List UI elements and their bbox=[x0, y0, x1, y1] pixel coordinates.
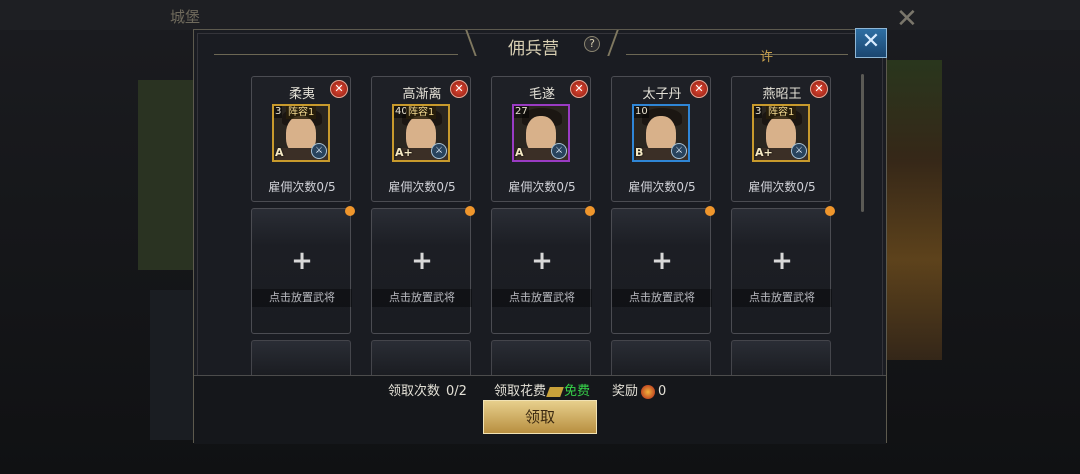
troop-type-icon: ⚔ bbox=[791, 143, 807, 159]
hire-count: 雇佣次数0/5 bbox=[508, 180, 576, 194]
troop-type-icon: ⚔ bbox=[311, 143, 327, 159]
plus-icon[interactable]: + bbox=[410, 248, 434, 274]
plus-icon[interactable]: + bbox=[290, 248, 314, 274]
title-divider-left bbox=[214, 54, 458, 55]
general-portrait[interactable]: 3 阵容1 A+ ⚔ bbox=[752, 104, 810, 162]
empty-slot[interactable]: + 点击放置武将 bbox=[251, 206, 355, 334]
troop-type-icon: ⚔ bbox=[431, 143, 447, 159]
plus-icon[interactable]: + bbox=[530, 248, 554, 274]
hire-count: 雇佣次数0/5 bbox=[388, 180, 456, 194]
general-card[interactable]: 燕昭王 ✕ 3 阵容1 A+ ⚔ 雇佣次数0/5 bbox=[731, 76, 831, 202]
general-portrait[interactable]: 40 阵容1 A+ ⚔ bbox=[392, 104, 450, 162]
slot-hint: 点击放置武将 bbox=[492, 289, 592, 307]
general-level: 10 bbox=[634, 106, 649, 118]
empty-slot[interactable]: + 点击放置武将 bbox=[731, 206, 835, 334]
reward-value: 0 bbox=[658, 384, 667, 399]
reward: 奖励 0 bbox=[612, 380, 666, 399]
general-grade: A+ bbox=[395, 146, 413, 159]
dialog-title: 佣兵营 bbox=[508, 39, 559, 59]
hire-count: 雇佣次数0/5 bbox=[748, 180, 816, 194]
notification-dot bbox=[705, 206, 715, 216]
title-divider-right bbox=[626, 54, 848, 55]
slot-placeholder bbox=[371, 340, 471, 376]
notification-dot bbox=[465, 206, 475, 216]
remove-icon[interactable]: ✕ bbox=[330, 80, 348, 98]
slot-hint: 点击放置武将 bbox=[612, 289, 712, 307]
slot-hint: 点击放置武将 bbox=[372, 289, 472, 307]
footer-bar: 领取次数 0/2 领取花费 免费 奖励 0 领取 bbox=[194, 375, 886, 444]
empty-slot[interactable]: + 点击放置武将 bbox=[611, 206, 715, 334]
remove-icon[interactable]: ✕ bbox=[810, 80, 828, 98]
mercenary-camp-dialog: 佣兵营 ? 许 ✕ 柔夷 ✕ 3 阵容1 A ⚔ 雇佣次数0/5 高渐离 ✕ 4… bbox=[193, 28, 887, 444]
general-level: 27 bbox=[514, 106, 529, 118]
claim-button[interactable]: 领取 bbox=[483, 400, 597, 434]
slot-placeholder bbox=[251, 340, 351, 376]
close-button[interactable]: ✕ bbox=[855, 28, 887, 58]
notification-dot bbox=[585, 206, 595, 216]
slot-placeholder bbox=[731, 340, 831, 376]
background-right-panel bbox=[886, 60, 942, 360]
plus-icon[interactable]: + bbox=[770, 248, 794, 274]
title-ornament-left bbox=[453, 30, 477, 56]
general-portrait[interactable]: 10 B ⚔ bbox=[632, 104, 690, 162]
reward-icon bbox=[641, 384, 656, 399]
general-grade: A bbox=[515, 146, 524, 159]
remove-icon[interactable]: ✕ bbox=[570, 80, 588, 98]
formation-badge: 阵容1 bbox=[406, 106, 437, 119]
general-grade: B bbox=[635, 146, 644, 159]
background-side-panel bbox=[150, 290, 194, 440]
notification-dot bbox=[825, 206, 835, 216]
claim-count: 领取次数 0/2 bbox=[388, 380, 467, 399]
general-card[interactable]: 高渐离 ✕ 40 阵容1 A+ ⚔ 雇佣次数0/5 bbox=[371, 76, 471, 202]
formation-badge: 阵容1 bbox=[286, 106, 317, 119]
scrollbar[interactable] bbox=[861, 74, 864, 212]
claim-count-value: 0/2 bbox=[446, 384, 467, 399]
background-top-bar: 城堡 bbox=[0, 0, 1080, 30]
claim-cost-value: 免费 bbox=[564, 384, 591, 399]
slot-placeholder bbox=[491, 340, 591, 376]
general-grade: A bbox=[275, 146, 284, 159]
claim-cost-label: 领取花费 bbox=[494, 384, 547, 399]
title-ornament-right bbox=[607, 30, 631, 56]
background-title: 城堡 bbox=[170, 8, 201, 26]
hire-count: 雇佣次数0/5 bbox=[268, 180, 336, 194]
help-icon[interactable]: ? bbox=[584, 36, 600, 52]
reward-label: 奖励 bbox=[612, 384, 639, 399]
general-card[interactable]: 柔夷 ✕ 3 阵容1 A ⚔ 雇佣次数0/5 bbox=[251, 76, 351, 202]
general-card[interactable]: 毛遂 ✕ 27 A ⚔ 雇佣次数0/5 bbox=[491, 76, 591, 202]
troop-type-icon: ⚔ bbox=[551, 143, 567, 159]
title-bar: 佣兵营 ? 许 ✕ bbox=[194, 28, 887, 70]
general-level: 3 bbox=[754, 106, 763, 118]
general-portrait[interactable]: 3 阵容1 A ⚔ bbox=[272, 104, 330, 162]
notification-dot bbox=[345, 206, 355, 216]
side-label: 许 bbox=[760, 50, 774, 65]
formation-badge: 阵容1 bbox=[766, 106, 797, 119]
claim-count-label: 领取次数 bbox=[388, 384, 441, 399]
general-card[interactable]: 太子丹 ✕ 10 B ⚔ 雇佣次数0/5 bbox=[611, 76, 711, 202]
coupon-icon bbox=[546, 386, 564, 397]
general-level: 3 bbox=[274, 106, 283, 118]
general-portrait[interactable]: 27 A ⚔ bbox=[512, 104, 570, 162]
slot-hint: 点击放置武将 bbox=[732, 289, 832, 307]
empty-slot[interactable]: + 点击放置武将 bbox=[491, 206, 595, 334]
slot-hint: 点击放置武将 bbox=[252, 289, 352, 307]
remove-icon[interactable]: ✕ bbox=[690, 80, 708, 98]
general-grade: A+ bbox=[755, 146, 773, 159]
empty-slot[interactable]: + 点击放置武将 bbox=[371, 206, 475, 334]
troop-type-icon: ⚔ bbox=[671, 143, 687, 159]
hire-count: 雇佣次数0/5 bbox=[628, 180, 696, 194]
background-map-panel bbox=[138, 80, 194, 270]
claim-cost: 领取花费 免费 bbox=[494, 380, 590, 399]
background-close-icon: ✕ bbox=[896, 4, 918, 34]
remove-icon[interactable]: ✕ bbox=[450, 80, 468, 98]
slot-placeholder bbox=[611, 340, 711, 376]
plus-icon[interactable]: + bbox=[650, 248, 674, 274]
